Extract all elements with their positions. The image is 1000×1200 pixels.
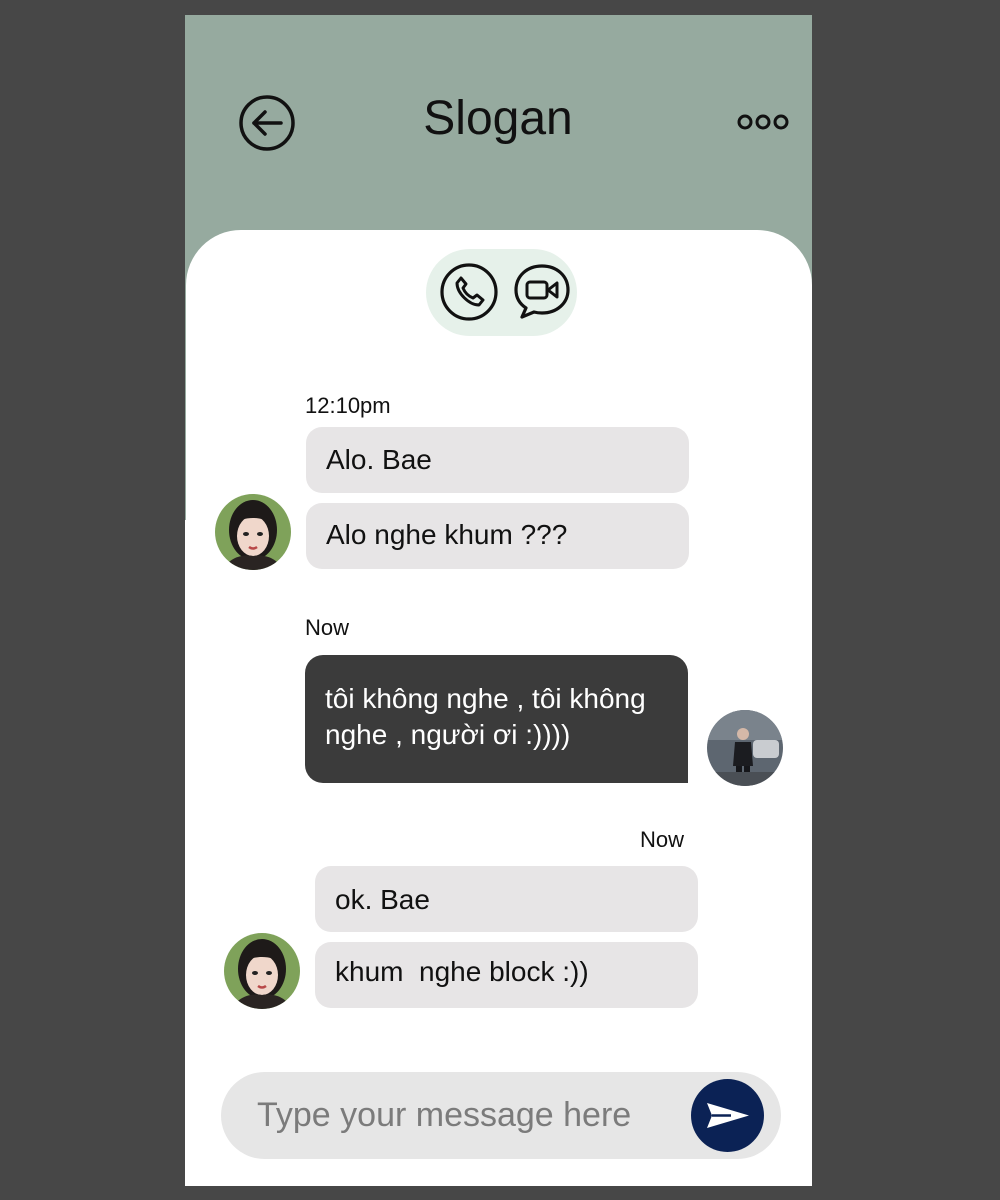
man-portrait-icon [707, 710, 783, 786]
page-title: Slogan [423, 92, 573, 145]
back-button[interactable] [237, 93, 297, 153]
paper-plane-icon [707, 1103, 749, 1128]
video-call-button[interactable] [512, 262, 572, 322]
message-text: Alo. Bae [326, 444, 432, 475]
message-timestamp: 12:10pm [305, 393, 391, 418]
arrow-left-circle-icon [239, 95, 295, 151]
incoming-message-bubble[interactable]: Alo. Bae [306, 427, 689, 493]
woman-portrait-icon [224, 933, 300, 1009]
message-timestamp: Now [305, 615, 350, 640]
message-text-line: nghe , người ơi :)))) [325, 719, 571, 750]
message-text: Alo nghe khum ??? [326, 519, 568, 550]
message-text: khum nghe block :)) [335, 956, 589, 987]
message-text-line: tôi không nghe , tôi không [325, 683, 646, 714]
message-text: ok. Bae [335, 884, 430, 915]
more-options-button[interactable] [737, 111, 789, 133]
message-input[interactable] [257, 1090, 677, 1140]
user-avatar[interactable] [707, 710, 783, 786]
video-chat-icon [514, 264, 570, 319]
contact-avatar[interactable] [224, 933, 300, 1009]
send-button[interactable] [691, 1079, 764, 1152]
incoming-message-bubble[interactable]: ok. Bae [315, 866, 698, 932]
chat-screen: Slogan 12:10pm Alo. Bae Alo nghe khum ??… [185, 15, 812, 1186]
woman-portrait-icon [215, 494, 291, 570]
call-actions [426, 249, 577, 336]
message-timestamp: Now [640, 827, 685, 852]
contact-avatar[interactable] [215, 494, 291, 570]
outgoing-message-bubble[interactable]: tôi không nghe , tôi không nghe , người … [305, 655, 688, 783]
voice-call-button[interactable] [439, 262, 499, 322]
three-dots-icon [737, 114, 789, 130]
incoming-message-bubble[interactable]: Alo nghe khum ??? [306, 503, 689, 569]
message-composer [221, 1072, 781, 1159]
phone-icon [440, 263, 498, 321]
incoming-message-bubble[interactable]: khum nghe block :)) [315, 942, 698, 1008]
